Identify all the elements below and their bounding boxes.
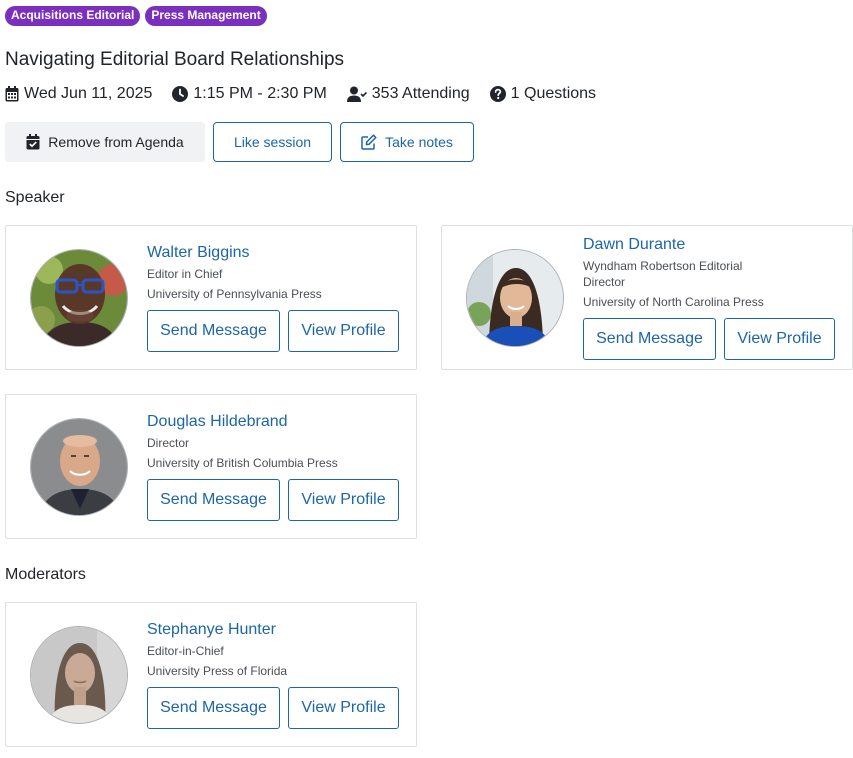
moderator-actions: Send Message View Profile [147, 687, 399, 729]
speaker-name[interactable]: Dawn Durante [583, 235, 835, 255]
speaker-org: University of North Carolina Press [583, 295, 764, 309]
moderator-info: Stephanye Hunter Editor-in-Chief Univers… [147, 620, 399, 729]
speaker-card-douglas-hildebrand: Douglas Hildebrand Director University o… [5, 394, 417, 539]
session-time-text: 1:15 PM - 2:30 PM [193, 85, 327, 102]
avatar [30, 418, 128, 516]
session-date-text: Wed Jun 11, 2025 [24, 85, 153, 102]
remove-from-agenda-label: Remove from Agenda [48, 134, 184, 150]
session-actions: Remove from Agenda Like session Take not… [5, 122, 474, 162]
speaker-actions: Send Message View Profile [147, 310, 399, 352]
avatar-photo [31, 250, 127, 346]
calendar-check-icon [26, 134, 40, 150]
speaker-org: University of British Columbia Press [147, 456, 338, 470]
moderator-card-stephanye-hunter: Stephanye Hunter Editor-in-Chief Univers… [5, 602, 417, 747]
avatar [466, 249, 564, 347]
calendar-icon [5, 86, 19, 102]
speaker-name[interactable]: Douglas Hildebrand [147, 412, 399, 432]
question-circle-icon [489, 86, 506, 102]
send-message-button[interactable]: Send Message [147, 310, 280, 352]
clock-icon [172, 86, 189, 102]
tag-press-management[interactable]: Press Management [145, 6, 267, 26]
speaker-name[interactable]: Walter Biggins [147, 243, 399, 263]
speaker-actions: Send Message View Profile [583, 318, 835, 360]
speaker-card-dawn-durante: Dawn Durante Wyndham Robertson Editorial… [441, 225, 853, 370]
user-check-icon [346, 86, 367, 102]
take-notes-label: Take notes [385, 134, 453, 150]
moderator-role: Editor-in-Chief [147, 644, 224, 658]
speaker-org: University of Pennsylvania Press [147, 287, 322, 301]
tag-acquisitions-editorial[interactable]: Acquisitions Editorial [5, 6, 141, 26]
speaker-role: Director [147, 436, 190, 450]
tag-list: Acquisitions Editorial Press Management [5, 6, 267, 26]
like-session-button[interactable]: Like session [213, 122, 332, 162]
speaker-card-walter-biggins: Walter Biggins Editor in Chief Universit… [5, 225, 417, 370]
session-questions-text: 1 Questions [510, 85, 597, 102]
session-attending-text: 353 Attending [371, 85, 470, 102]
avatar [30, 249, 128, 347]
moderators-heading: Moderators [5, 566, 86, 583]
edit-note-icon [361, 134, 377, 150]
speaker-heading: Speaker [5, 189, 65, 206]
speaker-role: Wyndham Robertson Editorial Director [583, 259, 743, 289]
view-profile-button[interactable]: View Profile [288, 310, 399, 352]
moderator-org: University Press of Florida [147, 664, 288, 678]
speaker-info: Dawn Durante Wyndham Robertson Editorial… [583, 235, 835, 360]
session-time: 1:15 PM - 2:30 PM [172, 84, 327, 104]
view-profile-button[interactable]: View Profile [724, 318, 835, 360]
speaker-role: Editor in Chief [147, 267, 223, 281]
send-message-button[interactable]: Send Message [147, 479, 280, 521]
session-attending: 353 Attending [346, 84, 470, 104]
moderator-name[interactable]: Stephanye Hunter [147, 620, 399, 640]
speaker-info: Walter Biggins Editor in Chief Universit… [147, 243, 399, 352]
session-questions: 1 Questions [489, 84, 597, 104]
avatar-photo [31, 419, 127, 515]
avatar [30, 626, 128, 724]
take-notes-button[interactable]: Take notes [340, 122, 474, 162]
speaker-actions: Send Message View Profile [147, 479, 399, 521]
session-meta: Wed Jun 11, 2025 1:15 PM - 2:30 PM 353 A… [5, 84, 616, 104]
view-profile-button[interactable]: View Profile [288, 687, 399, 729]
avatar-photo [467, 250, 563, 346]
view-profile-button[interactable]: View Profile [288, 479, 399, 521]
avatar-photo [31, 627, 127, 723]
speaker-info: Douglas Hildebrand Director University o… [147, 412, 399, 521]
send-message-button[interactable]: Send Message [147, 687, 280, 729]
remove-from-agenda-button[interactable]: Remove from Agenda [5, 122, 205, 162]
session-date: Wed Jun 11, 2025 [5, 84, 152, 104]
send-message-button[interactable]: Send Message [583, 318, 716, 360]
session-title: Navigating Editorial Board Relationships [5, 49, 345, 70]
